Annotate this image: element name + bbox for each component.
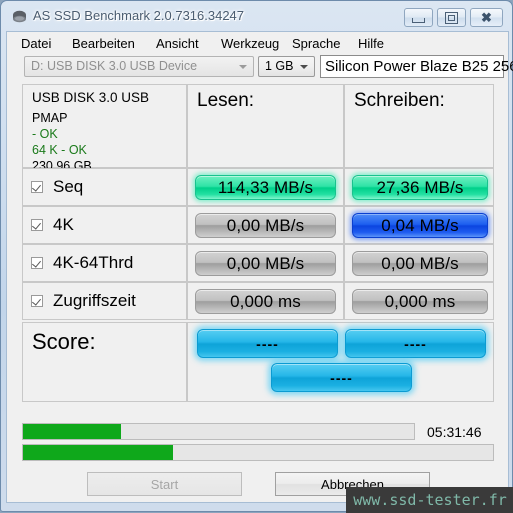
progress-fill-overall: [23, 424, 121, 439]
test-label-seq: Seq: [53, 177, 84, 196]
score-label-cell: Score:: [22, 322, 187, 402]
drive-select-value: D: USB DISK 3.0 USB Device: [31, 59, 198, 73]
test-label-4k-64thrd: 4K-64Thrd: [53, 253, 134, 272]
fourk-read-value: 0,00 MB/s: [195, 213, 336, 238]
results-grid: USB DISK 3.0 USB PMAP - OK 64 K - OK 230…: [22, 84, 494, 419]
seq-write-value: 27,36 MB/s: [352, 175, 488, 200]
minimize-button[interactable]: [404, 8, 433, 27]
test-size-select[interactable]: 1 GB: [258, 56, 315, 77]
test-row-4k[interactable]: 4K: [22, 206, 187, 244]
title-bar[interactable]: AS SSD Benchmark 2.0.7316.34247 ✖: [1, 1, 512, 33]
menu-bar: Datei Bearbeiten Ansicht Werkzeug Sprach…: [7, 32, 508, 54]
test-row-4k-64thrd[interactable]: 4K-64Thrd: [22, 244, 187, 282]
progress-bar-overall: [22, 423, 415, 440]
checkbox-zugriffszeit[interactable]: [31, 295, 43, 307]
chevron-down-icon: [300, 65, 308, 69]
fourk-write-cell: 0,04 MB/s: [344, 206, 494, 244]
client-area: Datei Bearbeiten Ansicht Werkzeug Sprach…: [6, 31, 513, 503]
menu-item-datei[interactable]: Datei: [17, 35, 55, 52]
score-values-cell: ---- ---- ----: [187, 322, 494, 402]
checkbox-4k-64thrd[interactable]: [31, 257, 43, 269]
site-watermark: www.ssd-tester.fr: [346, 487, 513, 513]
fourk64-read-value: 0,00 MB/s: [195, 251, 336, 276]
device-name-field[interactable]: Silicon Power Blaze B25 256G: [320, 55, 513, 78]
start-button[interactable]: Start: [87, 472, 242, 496]
menu-item-ansicht[interactable]: Ansicht: [152, 35, 203, 52]
drive-firmware: PMAP: [32, 111, 68, 125]
drive-select[interactable]: D: USB DISK 3.0 USB Device: [24, 56, 254, 77]
drive-info-panel: USB DISK 3.0 USB PMAP - OK 64 K - OK 230…: [22, 84, 187, 173]
seq-write-cell: 27,36 MB/s: [344, 168, 494, 206]
test-label-4k: 4K: [53, 215, 74, 234]
checkbox-4k[interactable]: [31, 219, 43, 231]
restore-button[interactable]: [437, 8, 466, 27]
close-icon: ✖: [481, 10, 492, 25]
app-window: AS SSD Benchmark 2.0.7316.34247 ✖ Datei …: [0, 0, 513, 513]
menu-item-werkzeug[interactable]: Werkzeug: [217, 35, 283, 52]
fourk-read-cell: 0,00 MB/s: [187, 206, 344, 244]
drive-model: USB DISK 3.0 USB: [32, 90, 150, 105]
menu-item-hilfe[interactable]: Hilfe: [354, 35, 388, 52]
chevron-down-icon: [239, 65, 247, 69]
read-header-label: Lesen:: [197, 90, 255, 111]
seq-read-cell: 114,33 MB/s: [187, 168, 344, 206]
score-write-value: ----: [345, 329, 486, 358]
device-name-value: Silicon Power Blaze B25 256G: [325, 58, 513, 75]
write-column-header: Schreiben:: [344, 84, 494, 168]
close-button[interactable]: ✖: [470, 8, 503, 27]
restore-icon: [438, 9, 465, 26]
access-read-cell: 0,000 ms: [187, 282, 344, 320]
read-column-header: Lesen:: [187, 84, 344, 168]
drive-cluster: 64 K - OK: [32, 143, 87, 157]
fourk64-read-cell: 0,00 MB/s: [187, 244, 344, 282]
seq-read-value: 114,33 MB/s: [195, 175, 336, 200]
menu-item-bearbeiten[interactable]: Bearbeiten: [68, 35, 139, 52]
access-write-value: 0,000 ms: [352, 289, 488, 314]
menu-item-sprache[interactable]: Sprache: [288, 35, 344, 52]
progress-bar-current: [22, 444, 494, 461]
drive-alignment: - OK: [32, 127, 58, 141]
fourk64-write-cell: 0,00 MB/s: [344, 244, 494, 282]
ssd-drive-icon: [13, 10, 26, 23]
window-title: AS SSD Benchmark 2.0.7316.34247: [33, 8, 245, 23]
fourk-write-value: 0,04 MB/s: [352, 213, 488, 238]
test-size-value: 1 GB: [265, 59, 294, 73]
write-header-label: Schreiben:: [354, 90, 445, 111]
test-row-zugriffszeit[interactable]: Zugriffszeit: [22, 282, 187, 320]
test-row-seq[interactable]: Seq: [22, 168, 187, 206]
score-label: Score:: [32, 329, 96, 354]
fourk64-write-value: 0,00 MB/s: [352, 251, 488, 276]
checkbox-seq[interactable]: [31, 181, 43, 193]
test-label-zugriffszeit: Zugriffszeit: [53, 291, 136, 310]
elapsed-time: 05:31:46: [427, 424, 482, 440]
access-read-value: 0,000 ms: [195, 289, 336, 314]
minimize-icon: [405, 9, 432, 26]
score-read-value: ----: [197, 329, 338, 358]
score-total-value: ----: [271, 363, 412, 392]
toolbar: D: USB DISK 3.0 USB Device 1 GB Silicon …: [7, 54, 513, 80]
access-write-cell: 0,000 ms: [344, 282, 494, 320]
progress-fill-current: [23, 445, 174, 460]
